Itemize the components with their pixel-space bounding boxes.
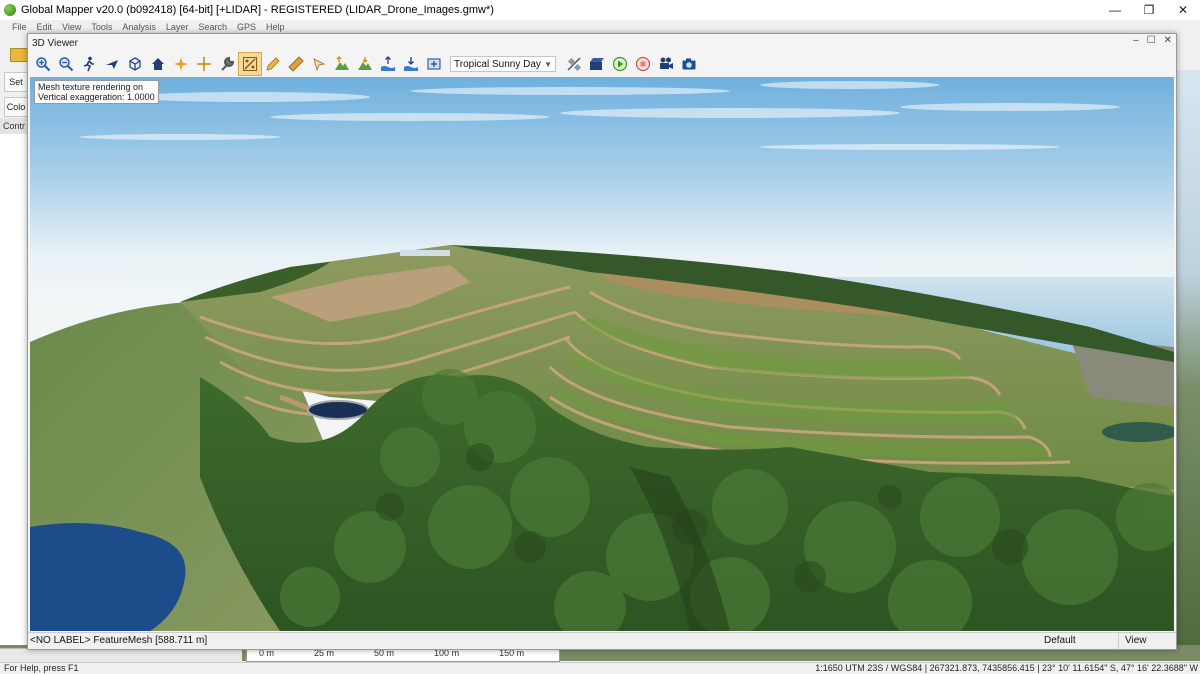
open-folder-icon[interactable] (10, 48, 28, 62)
camera-icon[interactable] (678, 53, 700, 75)
sky-settings-icon[interactable] (423, 53, 445, 75)
status-default: Default (1044, 635, 1076, 646)
app-titlebar: Global Mapper v20.0 (b092418) [64-bit] [… (0, 0, 1200, 20)
3d-scene-canvas[interactable]: Mesh texture rendering on Vertical exagg… (30, 77, 1174, 631)
status-coordinates: 1:1650 UTM 23S / WGS84 | 267321.873, 743… (815, 663, 1198, 673)
3d-viewer-window: 3D Viewer – ☐ ✕ Tropical Sunny Day ▼ Mes… (27, 33, 1177, 650)
global-mapper-logo-icon (4, 4, 16, 16)
fly-mode-icon[interactable] (101, 53, 123, 75)
maximize-button[interactable]: ❐ (1132, 0, 1166, 20)
viewer-close-button[interactable]: ✕ (1164, 35, 1172, 46)
wrench-icon[interactable] (216, 53, 238, 75)
color-button[interactable]: Colo (4, 97, 28, 117)
mesh-rendering-text: Mesh texture rendering on (38, 82, 144, 92)
viewer-minimize-button[interactable]: – (1133, 35, 1139, 46)
control-center-panel (0, 118, 29, 648)
main-map-view[interactable] (1176, 70, 1200, 648)
chevron-down-icon: ▼ (544, 59, 552, 69)
render-info-box: Mesh texture rendering on Vertical exagg… (34, 80, 159, 104)
sky-preset-value: Tropical Sunny Day (454, 58, 541, 70)
play-icon[interactable] (609, 53, 631, 75)
3d-viewer-title: 3D Viewer (32, 37, 78, 49)
zoom-out-icon[interactable] (55, 53, 77, 75)
window-controls: — ❐ ✕ (1098, 0, 1200, 20)
crosshair-icon[interactable] (193, 53, 215, 75)
satellite-icon[interactable] (563, 53, 585, 75)
3d-viewer-titlebar[interactable]: 3D Viewer – ☐ ✕ (28, 34, 1176, 52)
status-help-text: For Help, press F1 (4, 663, 79, 673)
menu-file[interactable]: File (12, 22, 27, 38)
feature-label-status: <NO LABEL> FeatureMesh [588.711 m] (30, 635, 208, 646)
stop-icon[interactable] (632, 53, 654, 75)
terrain-down-icon[interactable] (354, 53, 376, 75)
zoom-in-icon[interactable] (32, 53, 54, 75)
water-level-up-icon[interactable] (377, 53, 399, 75)
3d-viewer-toolbar: Tropical Sunny Day ▼ (32, 52, 700, 76)
app-title: Global Mapper v20.0 (b092418) [64-bit] [… (21, 4, 494, 16)
record-path-icon[interactable] (586, 53, 608, 75)
sun-light-icon[interactable] (170, 53, 192, 75)
sky-preset-dropdown[interactable]: Tropical Sunny Day ▼ (450, 56, 556, 72)
status-bar: For Help, press F1 1:1650 UTM 23S / WGS8… (0, 662, 1200, 674)
walk-mode-icon[interactable] (78, 53, 100, 75)
viewer-restore-button[interactable]: ☐ (1147, 35, 1156, 46)
water-level-down-icon[interactable] (400, 53, 422, 75)
3d-viewer-controls: – ☐ ✕ (1133, 35, 1172, 46)
vertical-exaggeration-text: Vertical exaggeration: 1.0000 (38, 92, 155, 102)
terrain-up-icon[interactable] (331, 53, 353, 75)
video-camera-icon[interactable] (655, 53, 677, 75)
horizontal-scrollbar[interactable] (0, 648, 242, 663)
pencil-icon[interactable] (262, 53, 284, 75)
home-icon[interactable] (147, 53, 169, 75)
ruler-icon[interactable] (285, 53, 307, 75)
close-button[interactable]: ✕ (1166, 0, 1200, 20)
3d-viewer-statusbar: <NO LABEL> FeatureMesh [588.711 m] Defau… (28, 632, 1176, 649)
set-button[interactable]: Set (4, 72, 28, 92)
view-cube-icon[interactable] (124, 53, 146, 75)
selection-tool-icon[interactable] (308, 53, 330, 75)
vertical-exaggeration-icon[interactable] (238, 52, 262, 76)
minimize-button[interactable]: — (1098, 0, 1132, 20)
terrain-render (30, 77, 1174, 631)
status-view: View (1118, 633, 1147, 649)
